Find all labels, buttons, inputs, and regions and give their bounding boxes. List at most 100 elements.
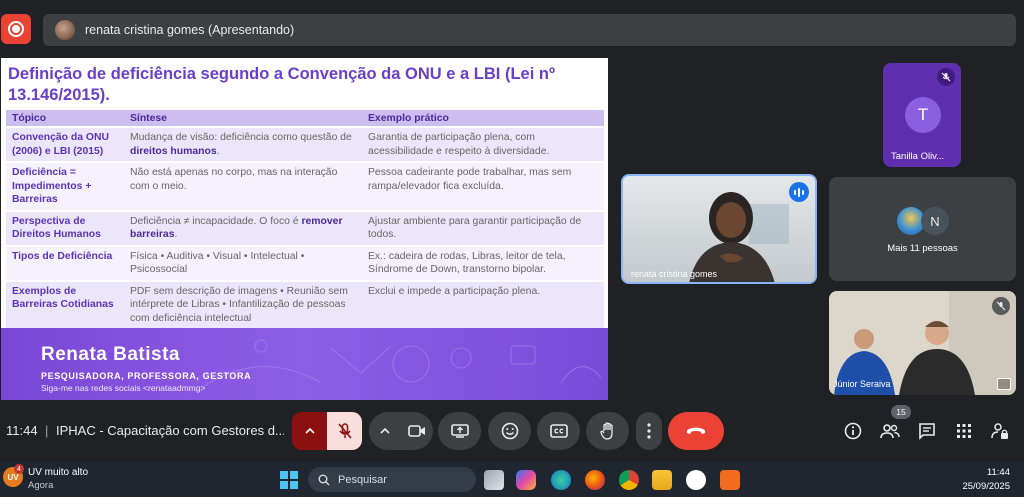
info-icon bbox=[844, 422, 862, 440]
camera-control bbox=[369, 412, 433, 450]
slide-title: Definição de deficiência segundo a Conve… bbox=[8, 65, 555, 104]
chevron-up-icon bbox=[304, 428, 315, 434]
table-cell-topic: Deficiência = Impedimentos + Barreiras bbox=[6, 161, 124, 211]
reactions-button[interactable] bbox=[488, 412, 531, 450]
meeting-info-button[interactable] bbox=[840, 418, 866, 444]
hang-up-icon bbox=[686, 427, 706, 434]
raise-hand-button[interactable] bbox=[586, 412, 629, 450]
search-icon bbox=[318, 474, 330, 486]
table-row: Perspectiva de Direitos Humanos Deficiênc… bbox=[6, 209, 604, 246]
mic-off-icon bbox=[937, 68, 955, 86]
slide-footer-banner: Renata Batista PESQUISADORA, PROFESSORA,… bbox=[1, 328, 608, 400]
apps-grid-icon bbox=[957, 424, 971, 438]
taskbar-time[interactable]: 11:44 bbox=[987, 467, 1010, 478]
host-controls-button[interactable] bbox=[987, 418, 1013, 444]
slide-table: Tópico Síntese Exemplo prático Convenção… bbox=[6, 110, 604, 328]
people-icon bbox=[880, 424, 900, 439]
table-cell-example: Pessoa cadeirante pode trabalhar, mas se… bbox=[362, 161, 604, 211]
copilot-icon[interactable] bbox=[516, 470, 536, 490]
emoji-icon bbox=[501, 422, 518, 440]
table-cell-synthesis: Não está apenas no corpo, mas na interaç… bbox=[124, 161, 362, 211]
record-icon bbox=[8, 21, 24, 37]
presenter-role: PESQUISADORA, PROFESSORA, GESTORA bbox=[41, 371, 252, 381]
camera-options-button[interactable] bbox=[369, 412, 401, 450]
participant-tile-junior[interactable]: Júnior Seraiva bbox=[829, 291, 1016, 395]
camera-toggle-button[interactable] bbox=[401, 412, 433, 450]
weather-title[interactable]: UV muito alto bbox=[28, 467, 88, 478]
file-explorer-icon[interactable] bbox=[652, 470, 672, 490]
chat-icon bbox=[919, 423, 935, 440]
camera-icon bbox=[408, 425, 425, 437]
app-icon[interactable] bbox=[720, 470, 740, 490]
task-view-icon[interactable] bbox=[484, 470, 504, 490]
notification-badge: 4 bbox=[14, 464, 24, 474]
app-icon[interactable] bbox=[686, 470, 706, 490]
people-count-badge: 15 bbox=[891, 405, 911, 419]
people-button[interactable] bbox=[877, 418, 903, 444]
more-participants-label: Mais 11 pessoas bbox=[887, 243, 958, 254]
table-cell-topic: Convenção da ONU (2006) e LBI (2015) bbox=[6, 126, 124, 162]
presenter-name: Renata Batista bbox=[41, 344, 180, 365]
weather-subtitle: Agora bbox=[28, 480, 54, 491]
chat-button[interactable] bbox=[914, 418, 940, 444]
mic-off-icon bbox=[992, 297, 1010, 315]
meeting-title: IPHAC - Capacitação com Gestores d... bbox=[56, 423, 284, 438]
more-options-button[interactable] bbox=[636, 412, 662, 450]
separator: | bbox=[45, 423, 49, 438]
mic-control bbox=[292, 412, 362, 450]
table-row: Convenção da ONU (2006) e LBI (2015) Muda… bbox=[6, 126, 604, 162]
meet-window: renata cristina gomes (Apresentando) Def… bbox=[0, 0, 1024, 497]
captions-button[interactable] bbox=[537, 412, 580, 450]
more-vert-icon bbox=[647, 423, 651, 439]
col-header-topic: Tópico bbox=[6, 110, 124, 127]
presenting-text: renata cristina gomes (Apresentando) bbox=[85, 23, 295, 37]
table-cell-topic: Exemplos de Barreiras Cotidianas bbox=[6, 279, 124, 328]
search-placeholder: Pesquisar bbox=[338, 473, 387, 486]
avatar: N bbox=[921, 207, 949, 235]
lock-person-icon bbox=[991, 423, 1008, 439]
avatar: T bbox=[905, 97, 941, 133]
table-cell-synthesis: Deficiência ≠ incapacidade. O foco é rem… bbox=[124, 209, 362, 246]
mic-off-icon bbox=[337, 423, 352, 439]
table-row: Tipos de Deficiência Física • Auditiva • … bbox=[6, 244, 604, 281]
participant-tile-tanilla[interactable]: T Tanilla Oliv... bbox=[883, 63, 961, 167]
hand-icon bbox=[599, 422, 613, 440]
meeting-clock: 11:44 bbox=[6, 423, 38, 438]
table-cell-topic: Perspectiva de Direitos Humanos bbox=[6, 209, 124, 246]
shared-screen: Definição de deficiência segundo a Conve… bbox=[1, 58, 608, 400]
table-cell-example: Exclui e impede a participação plena. bbox=[362, 279, 604, 328]
present-screen-button[interactable] bbox=[438, 412, 481, 450]
mic-options-button[interactable] bbox=[292, 412, 327, 450]
col-header-synthesis: Síntese bbox=[124, 110, 362, 127]
chevron-up-icon bbox=[380, 428, 390, 434]
presenting-bar[interactable]: renata cristina gomes (Apresentando) bbox=[43, 14, 1016, 46]
table-cell-example: Garantia de participação plena, com aces… bbox=[362, 126, 604, 162]
taskbar-date[interactable]: 25/09/2025 bbox=[962, 481, 1010, 492]
col-header-example: Exemplo prático bbox=[362, 110, 604, 127]
captions-icon bbox=[549, 424, 568, 438]
participant-tile-renata[interactable]: renata cristina gomes bbox=[621, 174, 817, 284]
pip-icon[interactable] bbox=[997, 378, 1011, 390]
chrome-icon[interactable] bbox=[619, 470, 639, 490]
mic-toggle-button[interactable] bbox=[327, 412, 362, 450]
activities-button[interactable] bbox=[951, 418, 977, 444]
participant-name: renata cristina gomes bbox=[631, 269, 718, 279]
table-cell-synthesis: Física • Auditiva • Visual • Intelectual… bbox=[124, 244, 362, 281]
presenter-avatar bbox=[55, 20, 75, 40]
table-cell-example: Ajustar ambiente para garantir participa… bbox=[362, 209, 604, 246]
table-cell-example: Ex.: cadeira de rodas, Libras, leitor de… bbox=[362, 244, 604, 281]
recording-button[interactable] bbox=[1, 14, 31, 44]
table-cell-synthesis: PDF sem descrição de imagens • Reunião s… bbox=[124, 279, 362, 328]
edge-icon[interactable] bbox=[551, 470, 571, 490]
taskbar-search[interactable]: Pesquisar bbox=[308, 467, 476, 492]
leave-call-button[interactable] bbox=[668, 412, 724, 450]
windows-taskbar: UV 4 UV muito alto Agora Pesquisar 11:44… bbox=[0, 462, 1024, 497]
table-cell-topic: Tipos de Deficiência bbox=[6, 244, 124, 281]
participant-name: Júnior Seraiva bbox=[833, 379, 891, 389]
table-cell-synthesis: Mudança de visão: deficiência como quest… bbox=[124, 126, 362, 162]
windows-start-icon[interactable] bbox=[280, 471, 298, 489]
table-row: Deficiência = Impedimentos + Barreiras Nã… bbox=[6, 161, 604, 211]
firefox-icon[interactable] bbox=[585, 470, 605, 490]
participant-name: Tanilla Oliv... bbox=[891, 151, 945, 162]
more-participants-tile[interactable]: N Mais 11 pessoas bbox=[829, 177, 1016, 281]
